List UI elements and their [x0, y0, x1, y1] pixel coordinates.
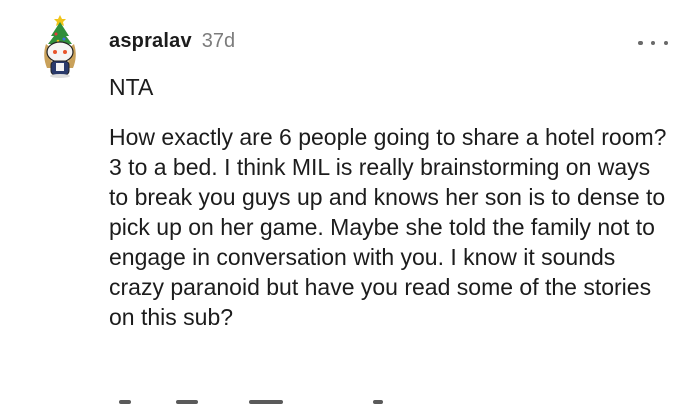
- username-link[interactable]: aspralav: [109, 30, 192, 53]
- more-dot: [638, 40, 643, 46]
- more-dot: [650, 40, 656, 46]
- downvote-icon[interactable]: [176, 400, 198, 404]
- comment-timestamp[interactable]: 37d: [202, 30, 235, 53]
- upvote-icon[interactable]: [119, 400, 131, 404]
- comment-meta: aspralav 37d: [109, 30, 235, 53]
- comment-paragraph: NTA: [109, 74, 154, 100]
- share-icon[interactable]: [373, 400, 383, 404]
- comment-action-bar: [109, 394, 669, 414]
- reply-icon[interactable]: [249, 400, 283, 404]
- more-dot: [663, 40, 668, 46]
- comment-paragraph: How exactly are 6 people going to share …: [109, 124, 667, 330]
- more-options-icon[interactable]: [638, 36, 668, 50]
- user-avatar-icon[interactable]: [38, 14, 82, 78]
- comment-body: NTA How exactly are 6 people going to sh…: [109, 72, 669, 332]
- comment: aspralav 37d NTA How exactly are 6 peopl…: [0, 0, 700, 406]
